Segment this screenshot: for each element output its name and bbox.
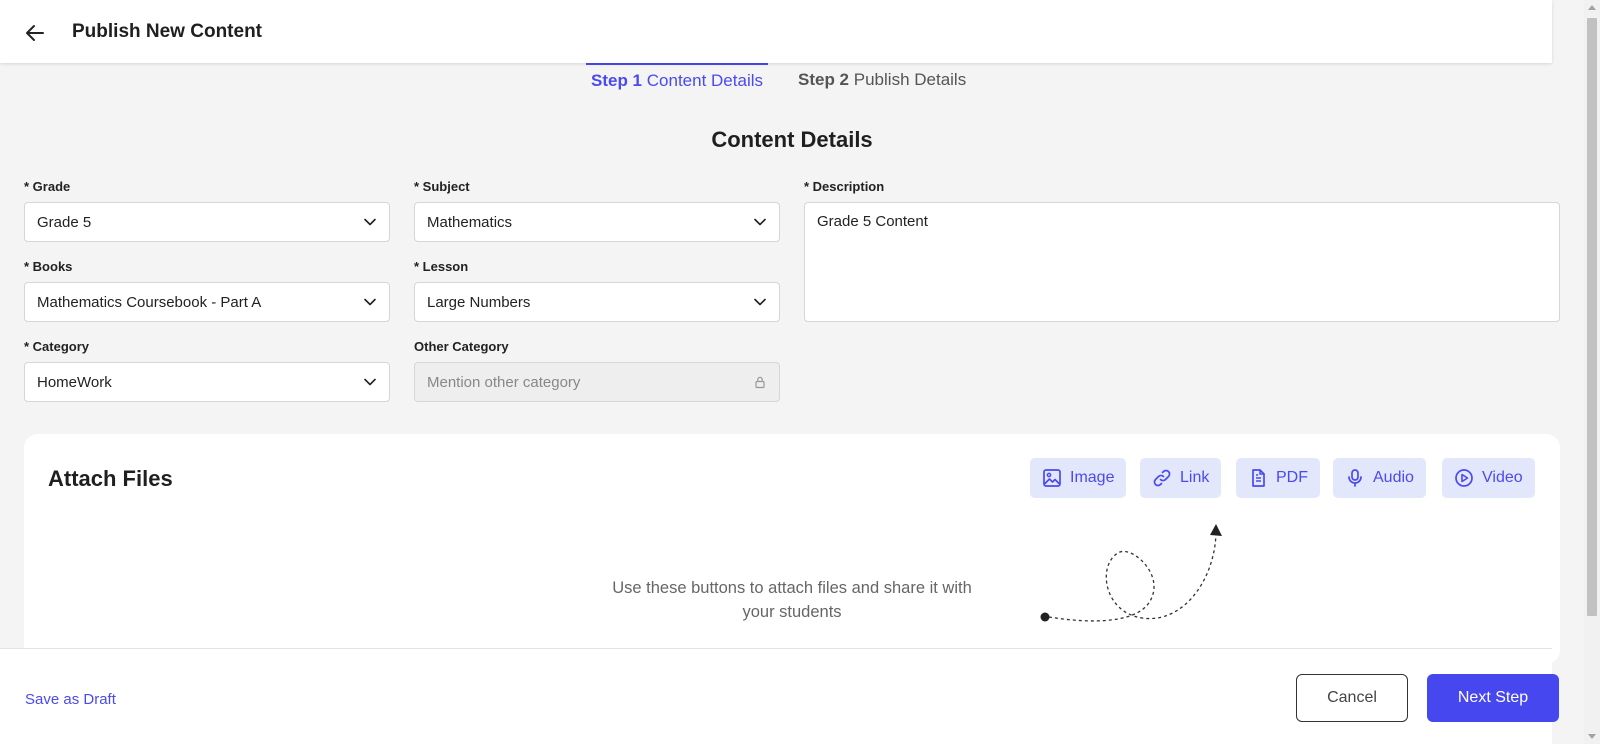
attach-files-card: Attach Files Image Link PDF Audio Video … [24,434,1560,664]
vertical-scrollbar[interactable] [1584,0,1600,744]
subject-label: * Subject [414,179,470,194]
other-category-placeholder: Mention other category [427,373,581,391]
save-as-draft-link[interactable]: Save as Draft [25,691,116,708]
chevron-down-icon [364,298,376,306]
chevron-down-icon [754,218,766,226]
chevron-down-icon [364,378,376,386]
step-2-tab[interactable]: Step 2 Publish Details [798,63,966,97]
page-title: Publish New Content [72,21,262,42]
section-title: Content Details [711,127,873,152]
top-bar: Publish New Content [0,0,1552,63]
attach-pdf-button[interactable]: PDF [1236,458,1320,498]
step-label: Publish Details [853,70,967,89]
step-1-tab[interactable]: Step 1 Content Details [586,63,768,97]
scroll-thumb[interactable] [1587,18,1597,616]
step-number: Step 1 [591,71,643,90]
other-category-label: Other Category [414,339,509,354]
books-label: * Books [24,259,73,274]
attach-video-label: Video [1482,469,1523,486]
footer-bar: Save as Draft Cancel Next Step [0,648,1559,744]
attach-video-button[interactable]: Video [1442,458,1535,498]
step-label: Content Details [646,71,763,90]
attach-audio-label: Audio [1373,469,1414,486]
lesson-label: * Lesson [414,259,469,274]
attach-image-label: Image [1070,469,1115,486]
lock-icon [755,376,765,389]
grade-value: Grade 5 [37,213,92,231]
image-icon [1043,469,1061,487]
attach-pdf-label: PDF [1276,469,1308,486]
attach-link-label: Link [1180,469,1210,486]
attach-files-title: Attach Files [48,466,173,491]
category-select[interactable]: HomeWork [24,362,390,402]
category-label: * Category [24,339,90,354]
chevron-down-icon [364,218,376,226]
grade-select[interactable]: Grade 5 [24,202,390,242]
chevron-down-icon [754,298,766,306]
microphone-icon [1348,469,1362,487]
scroll-up-arrow-icon[interactable] [1588,5,1596,10]
other-category-input: Mention other category [414,362,780,402]
attach-link-button[interactable]: Link [1140,458,1222,498]
stepper: Step 1 Content Details Step 2 Publish De… [0,63,1552,99]
back-arrow-icon[interactable] [22,20,48,46]
dashed-arrow-illustration [1040,524,1222,622]
lesson-select[interactable]: Large Numbers [414,282,780,322]
attach-image-button[interactable]: Image [1030,458,1127,498]
subject-select[interactable]: Mathematics [414,202,780,242]
grade-label: * Grade [24,179,71,194]
file-text-icon [1252,469,1265,487]
step-number: Step 2 [798,70,850,89]
description-label: * Description [804,179,885,194]
description-textarea[interactable]: Grade 5 Content [804,202,1560,322]
subject-value: Mathematics [427,213,513,231]
play-circle-icon [1455,469,1473,487]
category-value: HomeWork [37,373,112,391]
books-value: Mathematics Coursebook - Part A [37,293,262,311]
attach-hint-text: Use these buttons to attach files and sh… [612,579,972,621]
attach-audio-button[interactable]: Audio [1333,458,1426,498]
scroll-down-arrow-icon[interactable] [1588,734,1596,739]
cancel-button[interactable]: Cancel [1296,674,1408,722]
lesson-value: Large Numbers [427,293,531,311]
next-step-button[interactable]: Next Step [1427,674,1559,722]
link-icon [1153,469,1171,487]
books-select[interactable]: Mathematics Coursebook - Part A [24,282,390,322]
